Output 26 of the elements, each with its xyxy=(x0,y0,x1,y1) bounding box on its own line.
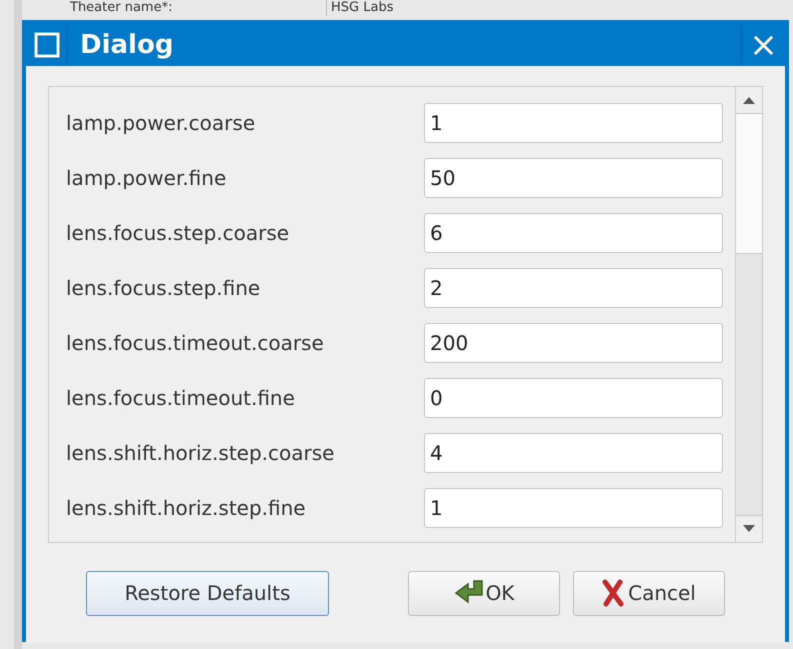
setting-label: lens.focus.step.fine xyxy=(66,274,262,302)
restore-defaults-button[interactable]: Restore Defaults xyxy=(86,570,329,616)
scrollbar[interactable] xyxy=(735,87,762,542)
setting-label: lens.focus.timeout.fine xyxy=(66,384,296,412)
setting-label: lamp.power.fine xyxy=(66,164,228,192)
setting-label: lens.focus.timeout.coarse xyxy=(66,330,325,356)
setting-label: lens.shift.horiz.step.fine xyxy=(66,494,307,522)
window-title: Dialog xyxy=(79,28,174,62)
setting-input[interactable]: 1 xyxy=(424,488,723,528)
field-label: Theater name*: xyxy=(70,0,172,16)
cancel-button[interactable]: Cancel xyxy=(573,570,725,616)
scroll-thumb[interactable] xyxy=(736,114,762,254)
setting-label: lens.focus.step.coarse xyxy=(66,220,290,246)
setting-input[interactable]: 1 xyxy=(424,102,723,142)
setting-label: lamp.power.coarse xyxy=(66,110,256,136)
setting-input[interactable]: 6 xyxy=(424,212,723,252)
field-value: HSG Labs xyxy=(326,0,394,16)
setting-input[interactable]: 200 xyxy=(424,322,723,362)
cross-icon xyxy=(602,579,624,607)
setting-input[interactable]: 4 xyxy=(424,432,723,472)
setting-label: lens.shift.horiz.step.coarse xyxy=(66,440,336,466)
ok-button[interactable]: OK xyxy=(408,570,560,616)
setting-input[interactable]: 50 xyxy=(424,158,723,198)
window-menu-icon[interactable] xyxy=(34,32,60,58)
setting-input[interactable]: 2 xyxy=(424,268,723,308)
setting-input[interactable]: 0 xyxy=(424,378,723,418)
